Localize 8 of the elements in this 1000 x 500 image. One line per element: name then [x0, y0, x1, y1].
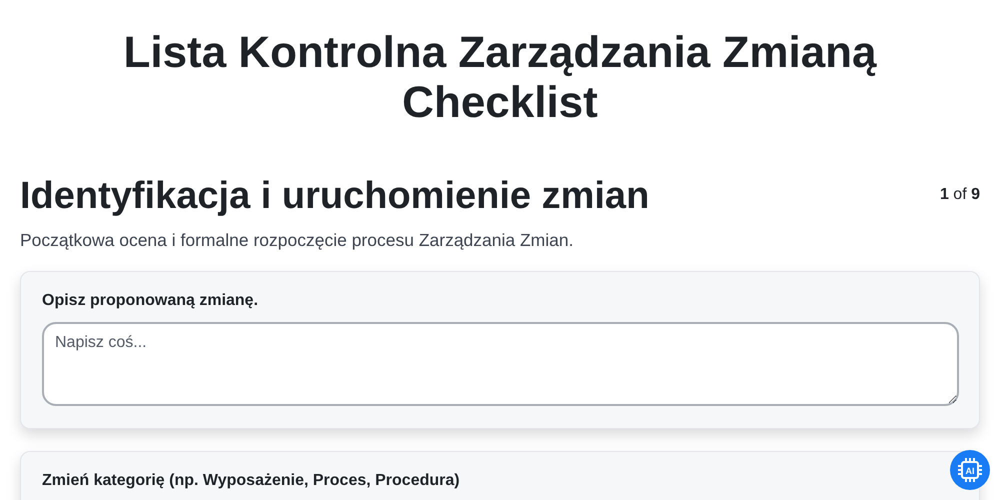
section-description: Początkowa ocena i formalne rozpoczęcie procesu Zarządzania Zmian. — [20, 230, 574, 251]
ai-button[interactable]: AI — [950, 450, 990, 490]
answer-field[interactable]: Napisz coś... — [42, 322, 959, 406]
question-label: Zmień kategorię (np. Wyposażenie, Proces, Procedura) — [42, 472, 461, 490]
question-label: Opisz proponowaną zmianę. — [42, 292, 260, 310]
page-counter: 1 of 9 — [940, 186, 980, 204]
section-heading: Identyfikacja i uruchomienie zmian — [20, 174, 650, 218]
checklist-title: Lista Kontrolna Zarządzania Zmianą Checklist — [122, 27, 878, 128]
